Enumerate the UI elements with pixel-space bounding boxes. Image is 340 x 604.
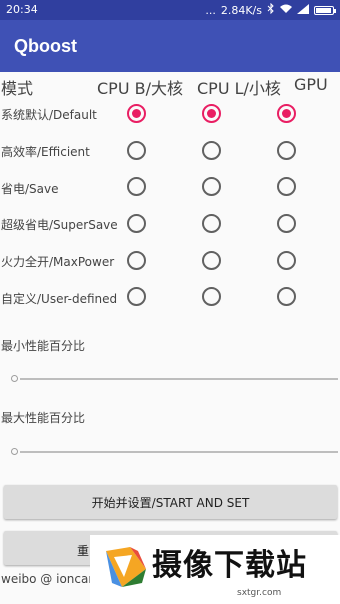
radio-supersave-cpu-little[interactable] <box>202 214 221 233</box>
radio-maxpower-cpu-big[interactable] <box>127 251 146 270</box>
radio-user-defined-gpu[interactable] <box>277 287 296 306</box>
radio-default-cpu-big[interactable] <box>127 104 146 123</box>
status-time: 20:34 <box>6 3 38 16</box>
header-gpu: GPU <box>294 75 328 94</box>
max-performance-seekbar-thumb[interactable] <box>11 448 18 455</box>
min-performance-label: 最小性能百分比 <box>1 339 86 353</box>
wifi-icon <box>280 4 292 17</box>
radio-save-gpu[interactable] <box>277 177 296 196</box>
radio-maxpower-cpu-little[interactable] <box>202 251 221 270</box>
mode-label-supersave: 超级省电/SuperSave <box>1 218 118 232</box>
min-performance-seekbar-thumb[interactable] <box>11 375 18 382</box>
radio-efficient-gpu[interactable] <box>277 141 296 160</box>
mode-label-save: 省电/Save <box>1 182 59 196</box>
watermark-title: 摄像下载站 <box>152 548 307 583</box>
notification-dots: ... <box>205 3 216 17</box>
max-performance-label: 最大性能百分比 <box>1 411 86 425</box>
start-and-set-button[interactable]: 开始并设置/START AND SET <box>4 485 337 519</box>
signal-icon <box>297 3 309 17</box>
watermark-url: sxtgr.com <box>237 588 282 598</box>
mode-label-efficient: 高效率/Efficient <box>1 145 90 159</box>
radio-maxpower-gpu[interactable] <box>277 251 296 270</box>
watermark-overlay: 摄像下载站 sxtgr.com <box>90 535 340 604</box>
max-performance-seekbar-track[interactable] <box>20 451 338 453</box>
mode-label-user-defined: 自定义/User-defined <box>1 292 118 306</box>
radio-efficient-cpu-big[interactable] <box>127 141 146 160</box>
radio-user-defined-cpu-little[interactable] <box>202 287 221 306</box>
header-cpu-little: CPU L/小核 <box>197 79 281 98</box>
app-bar: Qboost <box>0 20 340 72</box>
status-bar: 20:34 ... 2.84K/s <box>0 0 340 20</box>
mode-label-default: 系统默认/Default <box>1 108 97 122</box>
bluetooth-icon <box>267 2 275 17</box>
radio-save-cpu-little[interactable] <box>202 177 221 196</box>
network-speed: 2.84K/s <box>220 3 262 17</box>
watermark-logo-icon <box>106 547 146 587</box>
status-icons: ... 2.84K/s <box>205 2 336 17</box>
radio-default-cpu-little[interactable] <box>202 104 221 123</box>
second-button-label: 重 <box>77 544 90 558</box>
footer-credit: weibo @ ioncar <box>1 572 94 586</box>
mode-label-maxpower: 火力全开/MaxPower <box>1 255 115 269</box>
battery-icon <box>314 5 336 15</box>
radio-supersave-gpu[interactable] <box>277 214 296 233</box>
min-performance-seekbar-track[interactable] <box>20 378 338 380</box>
radio-save-cpu-big[interactable] <box>127 177 146 196</box>
radio-efficient-cpu-little[interactable] <box>202 141 221 160</box>
radio-default-gpu[interactable] <box>277 104 296 123</box>
radio-supersave-cpu-big[interactable] <box>127 214 146 233</box>
start-and-set-label: 开始并设置/START AND SET <box>91 495 250 510</box>
header-cpu-big: CPU B/大核 <box>97 79 183 98</box>
header-mode: 模式 <box>1 79 34 98</box>
radio-user-defined-cpu-big[interactable] <box>127 287 146 306</box>
app-title: Qboost <box>14 36 77 56</box>
